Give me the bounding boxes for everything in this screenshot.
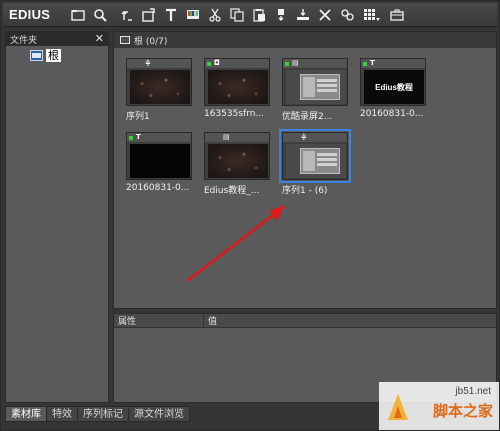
clip-preview-image	[286, 144, 346, 178]
clip-item[interactable]: ◘ 163535sfrn...	[204, 58, 274, 119]
clip-thumbnail[interactable]: T Edius教程	[360, 58, 426, 106]
video-type-icon: ▤	[292, 59, 299, 67]
clip-count-label: 根 (0/7)	[134, 36, 168, 47]
clip-label: Edius教程_...	[204, 186, 260, 196]
property-header: 属性 值	[114, 314, 496, 328]
tools-icon[interactable]	[386, 5, 408, 25]
clip-thumbnail[interactable]: ▤	[282, 58, 348, 106]
tab-bin[interactable]: 素材库	[5, 406, 47, 422]
clip-type-bar: ▤	[205, 133, 269, 142]
folder-icon	[30, 50, 43, 61]
clip-item[interactable]: ▤ 优酷录屏2...	[282, 58, 352, 122]
folder-panel-title: 文件夹	[10, 35, 38, 46]
clip-type-bar: ≑	[127, 59, 191, 68]
clip-preview-image	[208, 144, 268, 178]
clip-label: 序列1	[126, 112, 150, 122]
clip-thumbnail[interactable]: T	[126, 132, 192, 180]
sequence-type-icon: ≑	[301, 133, 307, 141]
clip-label: 20160831-0...	[126, 183, 190, 193]
copy-icon[interactable]	[226, 5, 248, 25]
sequence-type-icon: ≑	[145, 59, 151, 67]
clip-type-bar: ≑	[283, 133, 347, 142]
add-to-timeline-icon[interactable]	[270, 5, 292, 25]
watermark-logo-icon	[388, 394, 408, 420]
insert-icon[interactable]	[292, 5, 314, 25]
add-clip-icon[interactable]	[138, 5, 160, 25]
bin-toolbar: EDIUS	[3, 3, 497, 27]
clip-label: 优酷录屏2...	[282, 112, 333, 122]
clip-preview-image	[208, 70, 268, 104]
clip-item[interactable]: ≑ 序列1	[126, 58, 196, 122]
status-indicator-icon	[285, 61, 289, 66]
delete-icon[interactable]	[314, 5, 336, 25]
tab-effects[interactable]: 特效	[47, 406, 78, 422]
folder-panel: 文件夹 ✕ 根	[5, 31, 109, 403]
cut-icon[interactable]	[204, 5, 226, 25]
close-icon[interactable]: ✕	[95, 32, 104, 46]
clip-preview-image	[286, 70, 346, 104]
clip-type-bar: T	[361, 59, 425, 68]
status-indicator-icon	[129, 135, 133, 140]
tree-item-root[interactable]: 根	[30, 49, 61, 62]
title-icon[interactable]	[160, 5, 182, 25]
view-mode-icon[interactable]	[358, 5, 386, 25]
clip-thumbnail[interactable]: ▤	[204, 132, 270, 180]
watermark-name: 脚本之家	[432, 402, 493, 420]
tab-sequence-markers[interactable]: 序列标记	[78, 406, 129, 422]
properties-icon[interactable]	[336, 5, 358, 25]
clip-label: 20160831-0...	[360, 109, 424, 119]
clip-item[interactable]: ▤ Edius教程_...	[204, 132, 274, 196]
property-column-header[interactable]: 属性	[114, 314, 204, 327]
tree-item-label: 根	[46, 49, 61, 62]
clip-thumbnail[interactable]: ◘	[204, 58, 270, 106]
title-type-icon: T	[136, 133, 141, 141]
bottom-tabs: 素材库 特效 序列标记 源文件浏览	[5, 406, 190, 422]
title-preview-text: Edius教程	[375, 82, 413, 92]
clip-thumbnail[interactable]: ≑	[279, 129, 351, 183]
tab-source-browser[interactable]: 源文件浏览	[129, 406, 190, 422]
status-indicator-icon	[363, 61, 367, 66]
clip-item[interactable]: T 20160831-0...	[126, 132, 196, 193]
watermark: jb51.net 脚本之家	[379, 382, 499, 430]
clip-thumbnail[interactable]: ≑	[126, 58, 192, 106]
paste-icon[interactable]	[248, 5, 270, 25]
clip-view: 根 (0/7) ≑ 序列1 ◘ 163535sfrn... ▤ 优酷录屏2... T Ediu…	[113, 31, 497, 309]
new-folder-icon[interactable]	[67, 5, 89, 25]
clip-item[interactable]: T Edius教程 20160831-0...	[360, 58, 430, 119]
clip-type-bar: ◘	[205, 59, 269, 68]
video-type-icon: ▤	[223, 133, 230, 141]
app-name: EDIUS	[9, 7, 51, 22]
clip-preview-image: Edius教程	[364, 70, 424, 104]
clip-type-bar: T	[127, 133, 191, 142]
edius-bin-window: EDIUS 文件夹 ✕ 根 根 (0/7) ≑ 序列1 ◘ 163535sfrn…	[0, 0, 500, 431]
clip-label: 163535sfrn...	[204, 109, 265, 119]
clip-view-header: 根 (0/7)	[114, 32, 496, 48]
still-type-icon: ◘	[214, 59, 220, 67]
up-folder-icon[interactable]	[116, 5, 138, 25]
clip-preview-image	[130, 70, 190, 104]
clip-label: 序列1 - (6)	[282, 186, 328, 196]
search-icon[interactable]	[89, 5, 111, 25]
title-type-icon: T	[370, 59, 375, 67]
clip-type-bar: ▤	[283, 59, 347, 68]
color-bars-icon[interactable]	[182, 5, 204, 25]
folder-icon	[120, 36, 130, 44]
value-column-header[interactable]: 值	[204, 314, 217, 327]
clip-item[interactable]: ≑ 序列1 - (6)	[279, 129, 352, 196]
clip-preview-image	[130, 144, 190, 178]
watermark-site: jb51.net	[455, 386, 491, 397]
folder-panel-header: 文件夹 ✕	[6, 32, 108, 46]
status-indicator-icon	[207, 61, 211, 66]
